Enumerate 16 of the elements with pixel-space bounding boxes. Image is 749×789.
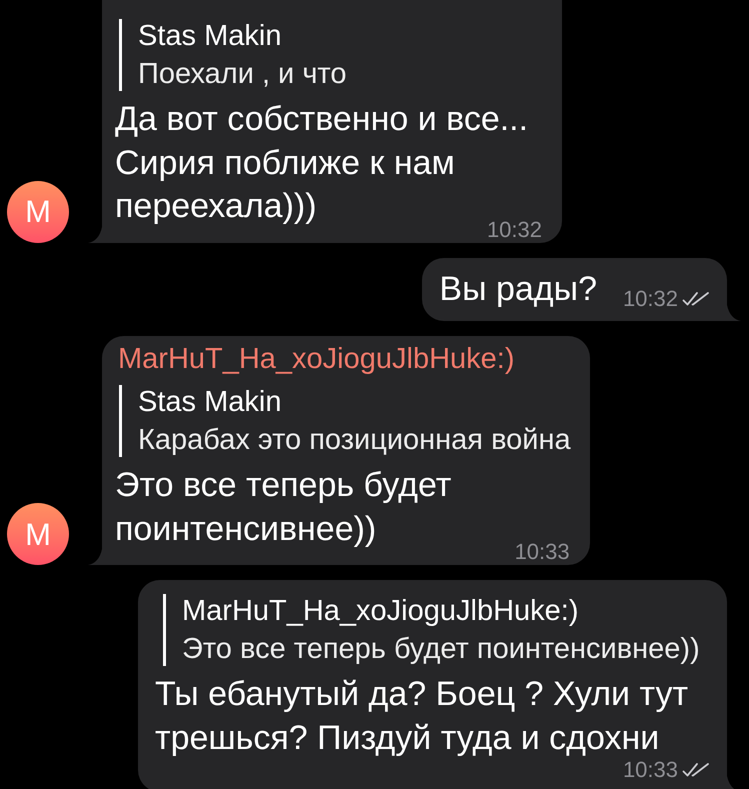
reply-text: Поехали , и что [138, 57, 347, 91]
message-time: 10:32 [622, 288, 678, 310]
message-time: 10:33 [514, 541, 570, 563]
reply-author: Stas Makin [138, 19, 282, 53]
reply-text: Карабах это позиционная война [138, 423, 571, 457]
reply-author: MarHuT_Ha_xoJioguJlbHuke:) [182, 594, 580, 628]
message-text: Это все теперь будет поинтенсивнее)) [115, 466, 452, 548]
reply-quote[interactable]: Stas Makin Карабах это позиционная война [119, 385, 571, 457]
reply-quote[interactable]: Stas Makin Поехали , и что [119, 19, 347, 91]
message-time: 10:33 [622, 759, 678, 781]
message-text: Вы рады? [439, 270, 597, 308]
reply-quote[interactable]: MarHuT_Ha_xoJioguJlbHuke:) Это все теперь будет поинтенсивнее)) [163, 594, 700, 666]
sender-name: MarHuT_Ha_xoJioguJlbHuke:) [118, 342, 514, 376]
message-text: Ты ебанутый да? Боец ? Хули тут трешься? Пиздуй туда и сдохни [155, 675, 688, 756]
reply-text: Это все теперь будет поинтенсивнее)) [182, 632, 700, 666]
reply-author: Stas Makin [138, 385, 282, 419]
